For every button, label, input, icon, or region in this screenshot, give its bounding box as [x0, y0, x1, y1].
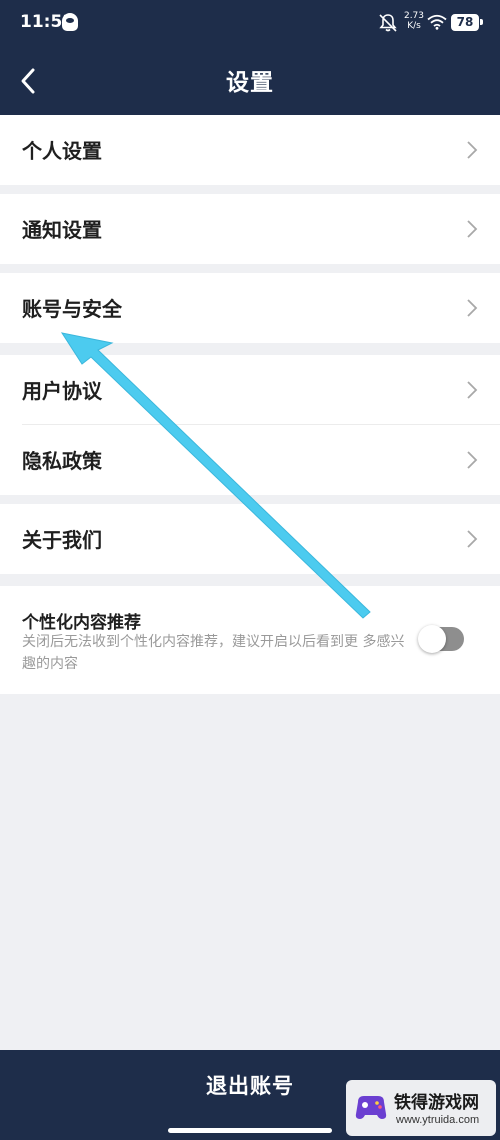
page-title: 设置 [226, 70, 274, 96]
top-bar: 11:53 2.73 K/s 78 设置 [0, 0, 500, 115]
home-indicator[interactable] [168, 1128, 332, 1133]
status-bar: 11:53 2.73 K/s 78 [0, 0, 500, 44]
settings-group-legal: 用户协议 隐私政策 [0, 355, 500, 495]
user-agreement-label: 用户协议 [22, 379, 102, 403]
wifi-icon [427, 14, 447, 30]
chevron-right-icon [467, 299, 478, 317]
personal-settings-label: 个人设置 [22, 139, 102, 163]
account-security-item[interactable]: 账号与安全 [0, 273, 500, 343]
watermark-title: 铁得游戏网 [394, 1093, 479, 1113]
privacy-policy-item[interactable]: 隐私政策 [0, 425, 500, 495]
personalized-recommendation-card: 个性化内容推荐 关闭后无法收到个性化内容推荐，建议开启以后看到更 多感兴趣的内容 [0, 586, 500, 694]
chevron-right-icon [467, 141, 478, 159]
notification-settings-item[interactable]: 通知设置 [0, 194, 500, 264]
user-agreement-item[interactable]: 用户协议 [0, 355, 500, 425]
settings-group-personal: 个人设置 [0, 115, 500, 185]
chevron-right-icon [467, 220, 478, 238]
personal-settings-item[interactable]: 个人设置 [0, 115, 500, 185]
settings-group-account: 账号与安全 [0, 273, 500, 343]
battery-icon: 78 [451, 14, 483, 31]
net-speed-unit: K/s [407, 21, 421, 31]
about-us-label: 关于我们 [22, 528, 102, 552]
personalized-toggle[interactable] [418, 625, 464, 653]
settings-group-notification: 通知设置 [0, 194, 500, 264]
chevron-right-icon [467, 451, 478, 469]
watermark: 铁得游戏网 www.ytruida.com [346, 1080, 496, 1136]
settings-group-about: 关于我们 [0, 504, 500, 574]
gamepad-logo-icon [355, 1096, 387, 1119]
account-security-label: 账号与安全 [22, 297, 122, 321]
net-speed: 2.73 K/s [403, 11, 425, 31]
privacy-policy-label: 隐私政策 [22, 449, 102, 473]
bell-off-icon [379, 14, 397, 32]
notification-settings-label: 通知设置 [22, 218, 102, 242]
about-us-item[interactable]: 关于我们 [0, 504, 500, 574]
personalized-title: 个性化内容推荐 [22, 613, 141, 633]
chevron-right-icon [467, 530, 478, 548]
chevron-right-icon [467, 381, 478, 399]
qq-icon [62, 13, 78, 31]
toggle-knob [418, 625, 446, 653]
watermark-url: www.ytruida.com [396, 1114, 480, 1126]
net-speed-value: 2.73 [403, 11, 425, 21]
personalized-description: 关闭后无法收到个性化内容推荐，建议开启以后看到更 多感兴趣的内容 [22, 634, 405, 672]
